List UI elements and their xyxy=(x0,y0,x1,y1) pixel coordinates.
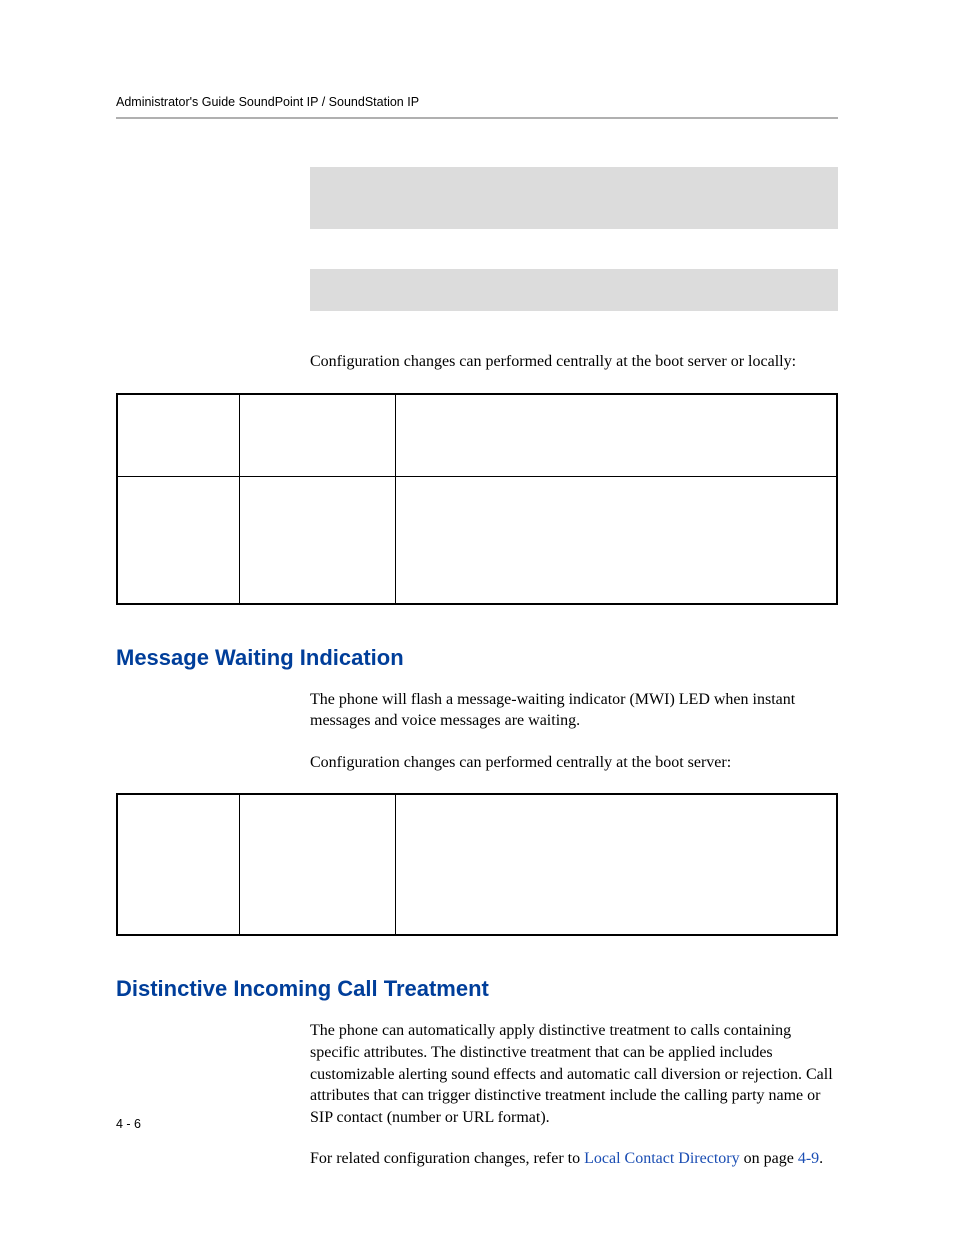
config-table xyxy=(116,793,838,936)
mwi-paragraph-1: The phone will flash a message-waiting i… xyxy=(310,689,838,732)
table-cell xyxy=(240,394,396,476)
page-number: 4 - 6 xyxy=(116,1117,141,1131)
section-heading-dict: Distinctive Incoming Call Treatment xyxy=(116,976,838,1002)
config-table xyxy=(116,393,838,605)
table-cell xyxy=(118,795,240,935)
text-run: . xyxy=(819,1150,823,1167)
text-run: on page xyxy=(740,1150,798,1167)
table-cell xyxy=(396,394,837,476)
intro-paragraph: Configuration changes can performed cent… xyxy=(310,351,838,373)
page-reference-link[interactable]: 4-9 xyxy=(798,1150,819,1167)
dict-paragraph-1: The phone can automatically apply distin… xyxy=(310,1020,838,1128)
table-cell xyxy=(396,795,837,935)
running-header: Administrator's Guide SoundPoint IP / So… xyxy=(116,95,838,119)
table-row xyxy=(118,394,837,476)
table-cell xyxy=(396,476,837,603)
text-run: For related configuration changes, refer… xyxy=(310,1150,584,1167)
placeholder-block xyxy=(310,167,838,229)
placeholder-block xyxy=(310,269,838,311)
table-row xyxy=(118,476,837,603)
table-cell xyxy=(240,795,396,935)
table-cell xyxy=(240,476,396,603)
cross-reference-link[interactable]: Local Contact Directory xyxy=(584,1150,740,1167)
table-row xyxy=(118,795,837,935)
section-heading-mwi: Message Waiting Indication xyxy=(116,645,838,671)
table-cell xyxy=(118,476,240,603)
dict-paragraph-2: For related configuration changes, refer… xyxy=(310,1148,838,1170)
table-cell xyxy=(118,394,240,476)
mwi-paragraph-2: Configuration changes can performed cent… xyxy=(310,752,838,774)
